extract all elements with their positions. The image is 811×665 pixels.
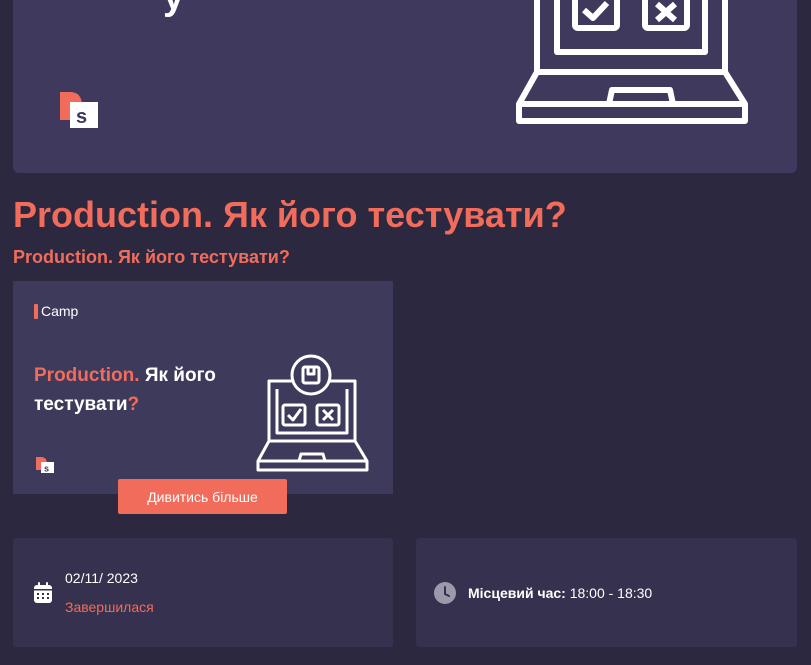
banner-title-mark: ? bbox=[127, 394, 140, 415]
hero-partial-heading: y bbox=[163, 0, 184, 19]
clock-icon bbox=[434, 582, 456, 604]
page-subtitle: Production. Як його тестувати? bbox=[13, 247, 290, 267]
banner-brand-text: Camp bbox=[41, 303, 79, 319]
time-card: Місцевий час: 18:00 - 18:30 bbox=[416, 538, 797, 647]
event-status: Завершилася bbox=[65, 599, 154, 615]
view-more-button[interactable]: Дивитись більше bbox=[118, 479, 287, 514]
hero-banner: y s bbox=[13, 0, 797, 173]
svg-text:s: s bbox=[44, 464, 49, 474]
date-card: 02/11/ 2023 Завершилася bbox=[13, 538, 393, 647]
local-time-value: 18:00 - 18:30 bbox=[565, 585, 653, 601]
event-date: 02/11/ 2023 bbox=[65, 570, 138, 586]
local-time-label: Місцевий час: bbox=[468, 585, 566, 601]
laptop-icon bbox=[516, 0, 748, 124]
logo-icon: s bbox=[60, 92, 98, 128]
banner-title-accent: Production. bbox=[34, 365, 140, 386]
calendar-icon bbox=[34, 582, 52, 603]
logo-icon: s bbox=[36, 457, 54, 474]
page-title: Production. Як його тестувати? bbox=[13, 194, 567, 235]
laptop-icon bbox=[256, 354, 369, 472]
brand-mark-icon bbox=[34, 303, 38, 319]
banner-title: Production. Як його тестувати? bbox=[34, 361, 244, 419]
event-banner-image: Camp Production. Як його тестувати? s bbox=[13, 281, 393, 494]
local-time: Місцевий час: 18:00 - 18:30 bbox=[468, 585, 652, 601]
svg-text:s: s bbox=[76, 106, 87, 128]
banner-brand: Camp bbox=[34, 303, 78, 319]
